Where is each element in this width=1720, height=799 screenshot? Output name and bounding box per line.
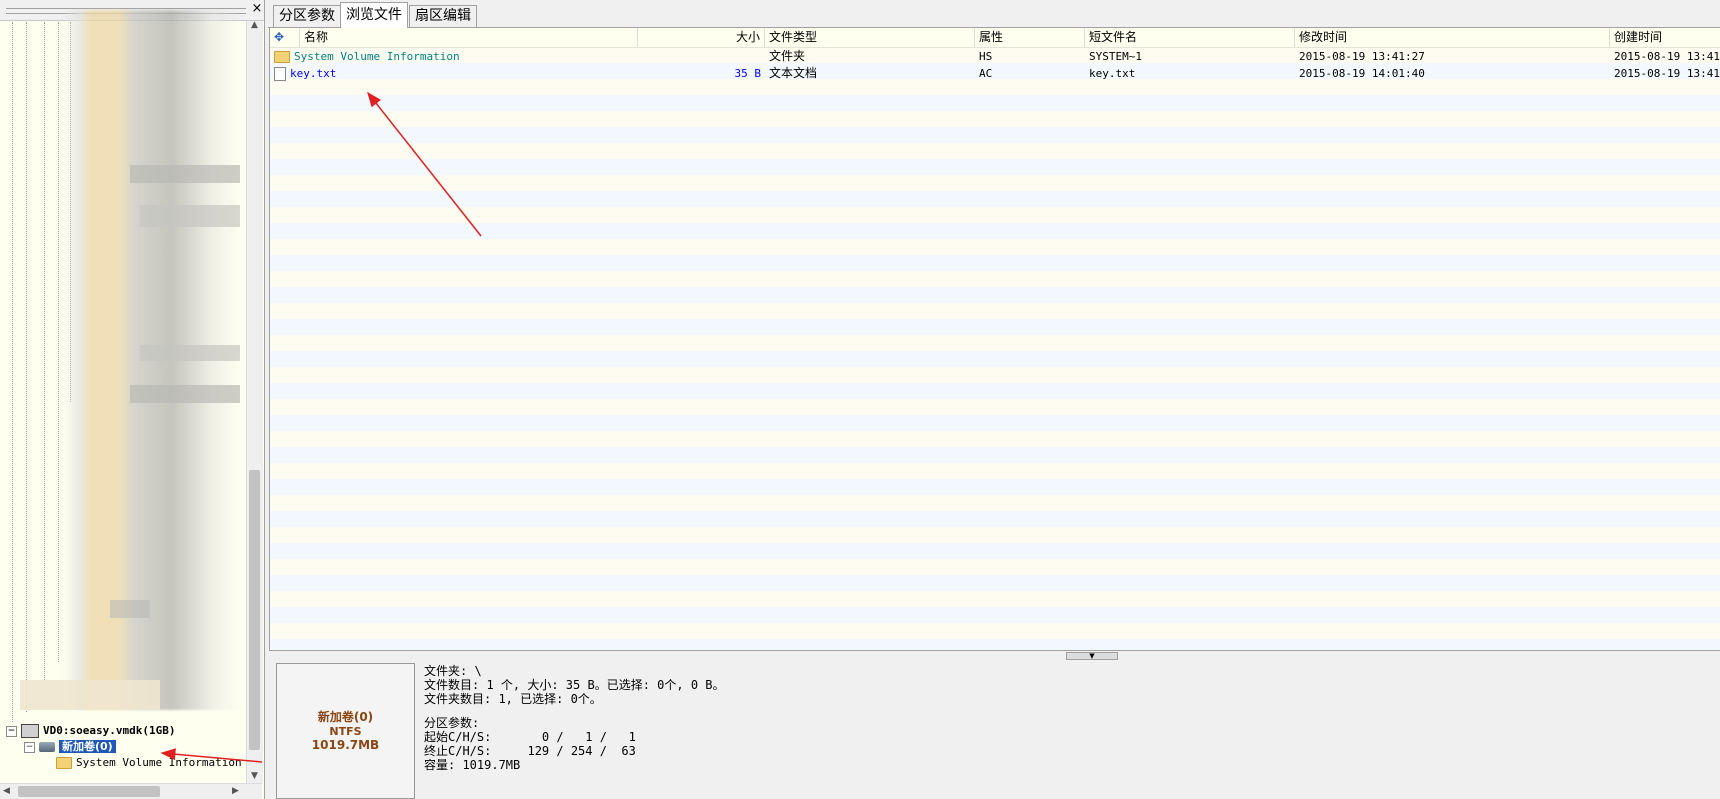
file-size: 35 B xyxy=(734,67,762,80)
tree-guide-line xyxy=(44,22,45,682)
scroll-up-icon[interactable]: ▲ xyxy=(251,20,258,30)
disk-icon xyxy=(21,724,39,738)
redacted-region xyxy=(130,165,240,183)
tab-browse-files[interactable]: 浏览文件 xyxy=(340,2,408,28)
status-details: 文件夹: \ 文件数目: 1 个, 大小: 35 B。已选择: 0个, 0 B。文… xyxy=(424,664,725,772)
column-header-size[interactable]: 大小 xyxy=(638,28,765,47)
directory-tree-pane: × − VD0:soeasy.vmdk(1GB) − 新加卷(0) System V… xyxy=(0,0,265,799)
file-attr: AC xyxy=(979,67,993,80)
tree-item-folder[interactable]: System Volume Information xyxy=(56,755,242,771)
tree-guide-line xyxy=(12,22,13,722)
column-header-type[interactable]: 文件类型 xyxy=(765,28,975,47)
folder-label: System Volume Information xyxy=(76,756,242,769)
collapse-icon[interactable]: − xyxy=(6,725,17,737)
partition-params-heading: 分区参数: xyxy=(424,716,480,730)
tab-partition-params[interactable]: 分区参数 xyxy=(273,5,341,27)
tab-sector-edit[interactable]: 扇区编辑 xyxy=(409,5,477,27)
folder-count-line: 文件夹数目: 1, 已选择: 0个。 xyxy=(424,692,602,706)
scroll-right-icon[interactable]: ▶ xyxy=(232,786,239,796)
scroll-down-icon[interactable]: ▼ xyxy=(251,771,258,781)
content-pane: 分区参数 浏览文件 扇区编辑 ✥ 名称 大小 文件类型 属性 短文件名 修改时间… xyxy=(268,0,1720,799)
file-shortname: SYSTEM~1 xyxy=(1089,50,1142,63)
collapse-icon[interactable]: − xyxy=(24,741,35,753)
volume-icon xyxy=(39,742,55,752)
redacted-region xyxy=(140,345,240,361)
tree-guide-line xyxy=(58,22,59,662)
volume-label: 新加卷(0) xyxy=(59,740,116,753)
file-list: ✥ 名称 大小 文件类型 属性 短文件名 修改时间 创建时间 System Vo… xyxy=(269,28,1720,650)
volume-info-box: 新加卷(0) NTFS 1019.7MB xyxy=(276,663,415,799)
vertical-scroll-thumb[interactable] xyxy=(249,470,260,750)
file-attr: HS xyxy=(979,50,993,63)
redacted-region xyxy=(110,600,150,618)
disk-label: VD0:soeasy.vmdk(1GB) xyxy=(43,724,176,737)
horizontal-scroll-thumb[interactable] xyxy=(18,786,160,797)
tree-guide-line xyxy=(26,22,27,712)
column-header-shortname[interactable]: 短文件名 xyxy=(1085,28,1295,47)
column-header-attr[interactable]: 属性 xyxy=(975,28,1085,47)
file-created: 2015-08-19 13:41:27 xyxy=(1614,50,1720,63)
file-name: System Volume Information xyxy=(294,50,460,63)
end-chs-line: 终止C/H/S: 129 / 254 / 63 xyxy=(424,744,636,758)
tree-item-volume[interactable]: − 新加卷(0) xyxy=(24,739,116,755)
scroll-left-icon[interactable]: ◀ xyxy=(3,786,10,796)
file-shortname: key.txt xyxy=(1089,67,1136,80)
file-type: 文件夹 xyxy=(769,49,806,63)
close-icon[interactable]: × xyxy=(250,2,264,16)
column-header-created[interactable]: 创建时间 xyxy=(1610,28,1720,47)
volume-size: 1019.7MB xyxy=(311,738,380,752)
start-chs-line: 起始C/H/S: 0 / 1 / 1 xyxy=(424,730,636,744)
redacted-region xyxy=(130,385,240,403)
redacted-region xyxy=(20,680,160,710)
tab-bar: 分区参数 浏览文件 扇区编辑 xyxy=(268,0,1720,28)
file-type: 文本文档 xyxy=(769,66,818,80)
folder-path-line: 文件夹: \ xyxy=(424,664,482,678)
document-icon xyxy=(274,67,286,81)
folder-icon xyxy=(274,51,290,63)
volume-name: 新加卷(0) xyxy=(317,710,374,724)
file-modified: 2015-08-19 13:41:27 xyxy=(1299,50,1425,63)
tree-item-disk[interactable]: − VD0:soeasy.vmdk(1GB) xyxy=(6,723,175,739)
file-created: 2015-08-19 13:41:47 xyxy=(1614,67,1720,80)
collapse-toggle-icon[interactable]: ▼ xyxy=(1066,652,1118,660)
folder-icon xyxy=(56,757,72,769)
list-background xyxy=(270,47,1720,650)
pane-splitter[interactable] xyxy=(269,650,1720,659)
column-icon-header[interactable]: ✥ xyxy=(270,28,300,47)
list-header: ✥ 名称 大小 文件类型 属性 短文件名 修改时间 创建时间 xyxy=(270,28,1720,48)
redacted-region xyxy=(140,205,240,227)
column-header-name[interactable]: 名称 xyxy=(300,28,638,47)
file-count-line: 文件数目: 1 个, 大小: 35 B。已选择: 0个, 0 B。 xyxy=(424,678,725,692)
column-header-modified[interactable]: 修改时间 xyxy=(1295,28,1610,47)
list-item[interactable]: key.txt 35 B 文本文档 AC key.txt 2015-08-19 … xyxy=(270,65,1720,82)
file-modified: 2015-08-19 14:01:40 xyxy=(1299,67,1425,80)
capacity-line: 容量: 1019.7MB xyxy=(424,758,521,772)
list-item[interactable]: System Volume Information 文件夹 HS SYSTEM~… xyxy=(270,48,1720,65)
file-name: key.txt xyxy=(290,67,337,80)
filesystem-type: NTFS xyxy=(329,725,362,738)
sort-icon: ✥ xyxy=(274,30,285,44)
